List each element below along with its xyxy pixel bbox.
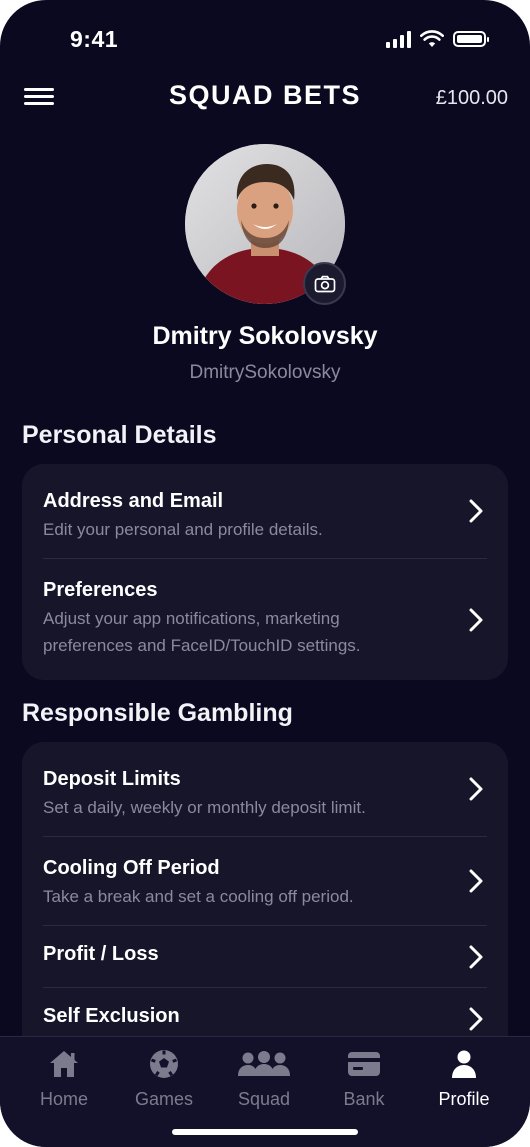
tab-label: Profile [438, 1089, 490, 1109]
status-time: 9:41 [70, 26, 119, 52]
wifi-icon [420, 30, 444, 47]
home-indicator[interactable] [172, 1129, 358, 1135]
menu-item-address-and-email[interactable]: Address and Email Edit your personal and… [22, 464, 508, 558]
profile-username: DmitrySokolovsky [189, 362, 341, 383]
profile-avatar-container [185, 144, 346, 305]
section-title-personal-details: Personal Details [22, 421, 217, 449]
app-header: SQUAD BETS £100.00 [0, 78, 530, 118]
person-icon [452, 1050, 476, 1078]
menu-item-preferences[interactable]: Preferences Adjust your app notification… [22, 559, 508, 680]
chevron-right-icon [469, 1007, 483, 1031]
personal-details-card: Address and Email Edit your personal and… [22, 464, 508, 680]
menu-item-subtitle-line-2: preferences and FaceID/TouchID settings. [43, 636, 361, 655]
chevron-right-icon [469, 777, 483, 801]
tab-squad[interactable]: Squad [214, 1047, 314, 1110]
battery-icon [453, 31, 489, 47]
camera-icon [314, 275, 335, 292]
tab-label: Home [39, 1089, 88, 1109]
soccer-ball-icon [150, 1050, 178, 1078]
tab-label: Bank [343, 1089, 385, 1109]
status-icons [386, 30, 489, 48]
chevron-right-icon [469, 869, 483, 893]
menu-item-subtitle: Set a daily, weekly or monthly deposit l… [43, 798, 366, 817]
menu-item-title: Preferences [43, 579, 158, 601]
tab-profile[interactable]: Profile [414, 1047, 514, 1110]
menu-item-subtitle: Take a break and set a cooling off perio… [43, 887, 354, 906]
change-photo-button[interactable] [303, 262, 346, 305]
card-icon [348, 1052, 380, 1076]
menu-item-subtitle: Edit your personal and profile details. [43, 520, 323, 539]
menu-item-profit-loss[interactable]: Profit / Loss [22, 926, 508, 987]
tab-bank[interactable]: Bank [314, 1047, 414, 1110]
menu-item-cooling-off-period[interactable]: Cooling Off Period Take a break and set … [22, 837, 508, 925]
account-balance[interactable]: £100.00 [436, 87, 508, 110]
status-bar: 9:41 [0, 0, 530, 78]
tab-home[interactable]: Home [14, 1047, 114, 1110]
cellular-signal-icon [386, 30, 411, 48]
responsible-gambling-card: Deposit Limits Set a daily, weekly or mo… [22, 742, 508, 1082]
section-title-responsible-gambling: Responsible Gambling [22, 699, 293, 727]
menu-item-title: Cooling Off Period [43, 857, 220, 879]
group-icon [238, 1051, 290, 1076]
chevron-right-icon [469, 945, 483, 968]
home-icon [50, 1051, 78, 1077]
menu-item-subtitle-line-1: Adjust your app notifications, marketing [43, 609, 340, 628]
chevron-right-icon [469, 608, 483, 631]
profile-name: Dmitry Sokolovsky [152, 322, 378, 350]
menu-item-title: Address and Email [43, 490, 224, 512]
menu-item-deposit-limits[interactable]: Deposit Limits Set a daily, weekly or mo… [22, 742, 508, 836]
menu-item-title: Profit / Loss [43, 943, 159, 965]
chevron-right-icon [469, 499, 483, 523]
tab-label: Squad [237, 1089, 291, 1109]
menu-item-title: Self Exclusion [43, 1005, 180, 1027]
tab-label: Games [134, 1089, 194, 1109]
tab-games[interactable]: Games [114, 1047, 214, 1110]
menu-item-title: Deposit Limits [43, 768, 181, 790]
phone-screen: 9:41 SQUAD BETS £100.00 Dmitry Sokolovsk… [0, 0, 530, 1147]
